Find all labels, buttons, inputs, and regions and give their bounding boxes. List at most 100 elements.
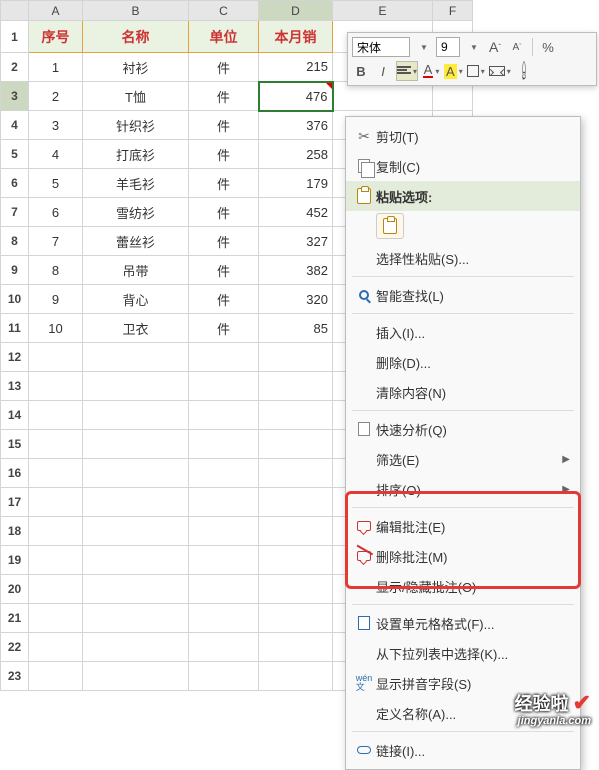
paste-default-button[interactable] [376, 213, 404, 239]
bold-button[interactable]: B [352, 61, 370, 81]
cell[interactable]: 件 [189, 285, 259, 314]
cell[interactable]: 件 [189, 111, 259, 140]
cell[interactable]: 452 [259, 198, 333, 227]
row-header[interactable]: 23 [1, 662, 29, 691]
row-header[interactable]: 4 [1, 111, 29, 140]
cell[interactable]: 7 [29, 227, 83, 256]
menu-paste-special[interactable]: 选择性粘贴(S)... [346, 243, 580, 273]
row-header[interactable]: 20 [1, 575, 29, 604]
cell[interactable]: 件 [189, 82, 259, 111]
decrease-font-icon[interactable]: Aˇ [508, 37, 526, 57]
cell[interactable]: 衬衫 [83, 53, 189, 82]
row-header[interactable]: 2 [1, 53, 29, 82]
cell[interactable]: 179 [259, 169, 333, 198]
menu-edit-comment[interactable]: 编辑批注(E) [346, 511, 580, 541]
row-header[interactable]: 18 [1, 517, 29, 546]
font-color-button[interactable]: A▾ [422, 61, 440, 81]
col-header-E[interactable]: E [333, 1, 433, 21]
header-cell[interactable]: 名称 [83, 21, 189, 53]
col-header-D[interactable]: D [259, 1, 333, 21]
row-header[interactable]: 22 [1, 633, 29, 662]
row-header[interactable]: 9 [1, 256, 29, 285]
menu-delete[interactable]: 删除(D)... [346, 347, 580, 377]
cell[interactable]: 3 [29, 111, 83, 140]
cell[interactable]: 320 [259, 285, 333, 314]
cell[interactable]: 件 [189, 169, 259, 198]
fill-color-button[interactable]: A▾ [444, 61, 463, 81]
cell[interactable]: 85 [259, 314, 333, 343]
menu-cut[interactable]: 剪切(T) [346, 121, 580, 151]
font-name-input[interactable] [352, 37, 410, 57]
menu-clear[interactable]: 清除内容(N) [346, 377, 580, 407]
cell[interactable]: 1 [29, 53, 83, 82]
cell[interactable]: 件 [189, 227, 259, 256]
italic-button[interactable]: I [374, 61, 392, 81]
row-header[interactable]: 3 [1, 82, 29, 111]
row-header[interactable]: 21 [1, 604, 29, 633]
cell[interactable]: 打底衫 [83, 140, 189, 169]
cell[interactable]: T恤 [83, 82, 189, 111]
cell[interactable]: 件 [189, 53, 259, 82]
header-cell[interactable]: 序号 [29, 21, 83, 53]
cell[interactable]: 针织衫 [83, 111, 189, 140]
row-header[interactable]: 12 [1, 343, 29, 372]
menu-filter[interactable]: 筛选(E)▶ [346, 444, 580, 474]
menu-copy[interactable]: 复制(C) [346, 151, 580, 181]
cell[interactable]: 件 [189, 140, 259, 169]
percent-button[interactable]: % [539, 37, 557, 57]
menu-delete-comment[interactable]: 删除批注(M) [346, 541, 580, 571]
merge-button[interactable]: ▾ [489, 61, 511, 81]
menu-insert[interactable]: 插入(I)... [346, 317, 580, 347]
menu-pick-from-list[interactable]: 从下拉列表中选择(K)... [346, 638, 580, 668]
menu-hyperlink[interactable]: 链接(I)... [346, 735, 580, 765]
row-header[interactable]: 6 [1, 169, 29, 198]
menu-quick-analysis[interactable]: 快速分析(Q) [346, 414, 580, 444]
cell[interactable]: 6 [29, 198, 83, 227]
header-cell[interactable]: 单位 [189, 21, 259, 53]
row-header[interactable]: 10 [1, 285, 29, 314]
cell[interactable]: 件 [189, 314, 259, 343]
cell[interactable]: 蕾丝衫 [83, 227, 189, 256]
row-header[interactable]: 17 [1, 488, 29, 517]
align-button[interactable]: ▾ [396, 61, 418, 81]
cell[interactable]: 件 [189, 256, 259, 285]
menu-paste-options[interactable]: 粘贴选项: [346, 181, 580, 211]
cell[interactable]: 吊带 [83, 256, 189, 285]
row-header[interactable]: 19 [1, 546, 29, 575]
increase-font-icon[interactable]: Aˆ [486, 37, 504, 57]
menu-toggle-comment[interactable]: 显示/隐藏批注(O) [346, 571, 580, 601]
font-size-dropdown[interactable]: ▼ [464, 37, 482, 57]
cell[interactable]: 10 [29, 314, 83, 343]
row-header[interactable]: 8 [1, 227, 29, 256]
font-size-input[interactable] [436, 37, 460, 57]
font-name-dropdown[interactable]: ▼ [414, 37, 432, 57]
cell[interactable]: 雪纺衫 [83, 198, 189, 227]
cell[interactable]: 卫衣 [83, 314, 189, 343]
cell[interactable]: 376 [259, 111, 333, 140]
row-header[interactable]: 14 [1, 401, 29, 430]
cell[interactable]: 215 [259, 53, 333, 82]
cell[interactable]: 2 [29, 82, 83, 111]
col-header-F[interactable]: F [433, 1, 473, 21]
row-header[interactable]: 7 [1, 198, 29, 227]
cell[interactable]: 4 [29, 140, 83, 169]
cell[interactable]: 9 [29, 285, 83, 314]
cell[interactable]: 5 [29, 169, 83, 198]
cell[interactable]: 件 [189, 198, 259, 227]
col-header-A[interactable]: A [29, 1, 83, 21]
row-header[interactable]: 13 [1, 372, 29, 401]
row-header[interactable]: 16 [1, 459, 29, 488]
cell[interactable]: 382 [259, 256, 333, 285]
cell[interactable]: 258 [259, 140, 333, 169]
menu-smart-lookup[interactable]: 智能查找(L) [346, 280, 580, 310]
select-all-corner[interactable] [1, 1, 29, 21]
header-cell[interactable]: 本月销 [259, 21, 333, 53]
cell[interactable]: 羊毛衫 [83, 169, 189, 198]
menu-sort[interactable]: 排序(O)▶ [346, 474, 580, 504]
row-header[interactable]: 15 [1, 430, 29, 459]
cell[interactable]: 327 [259, 227, 333, 256]
row-header[interactable]: 11 [1, 314, 29, 343]
cell[interactable]: 8 [29, 256, 83, 285]
col-header-C[interactable]: C [189, 1, 259, 21]
row-header[interactable]: 5 [1, 140, 29, 169]
